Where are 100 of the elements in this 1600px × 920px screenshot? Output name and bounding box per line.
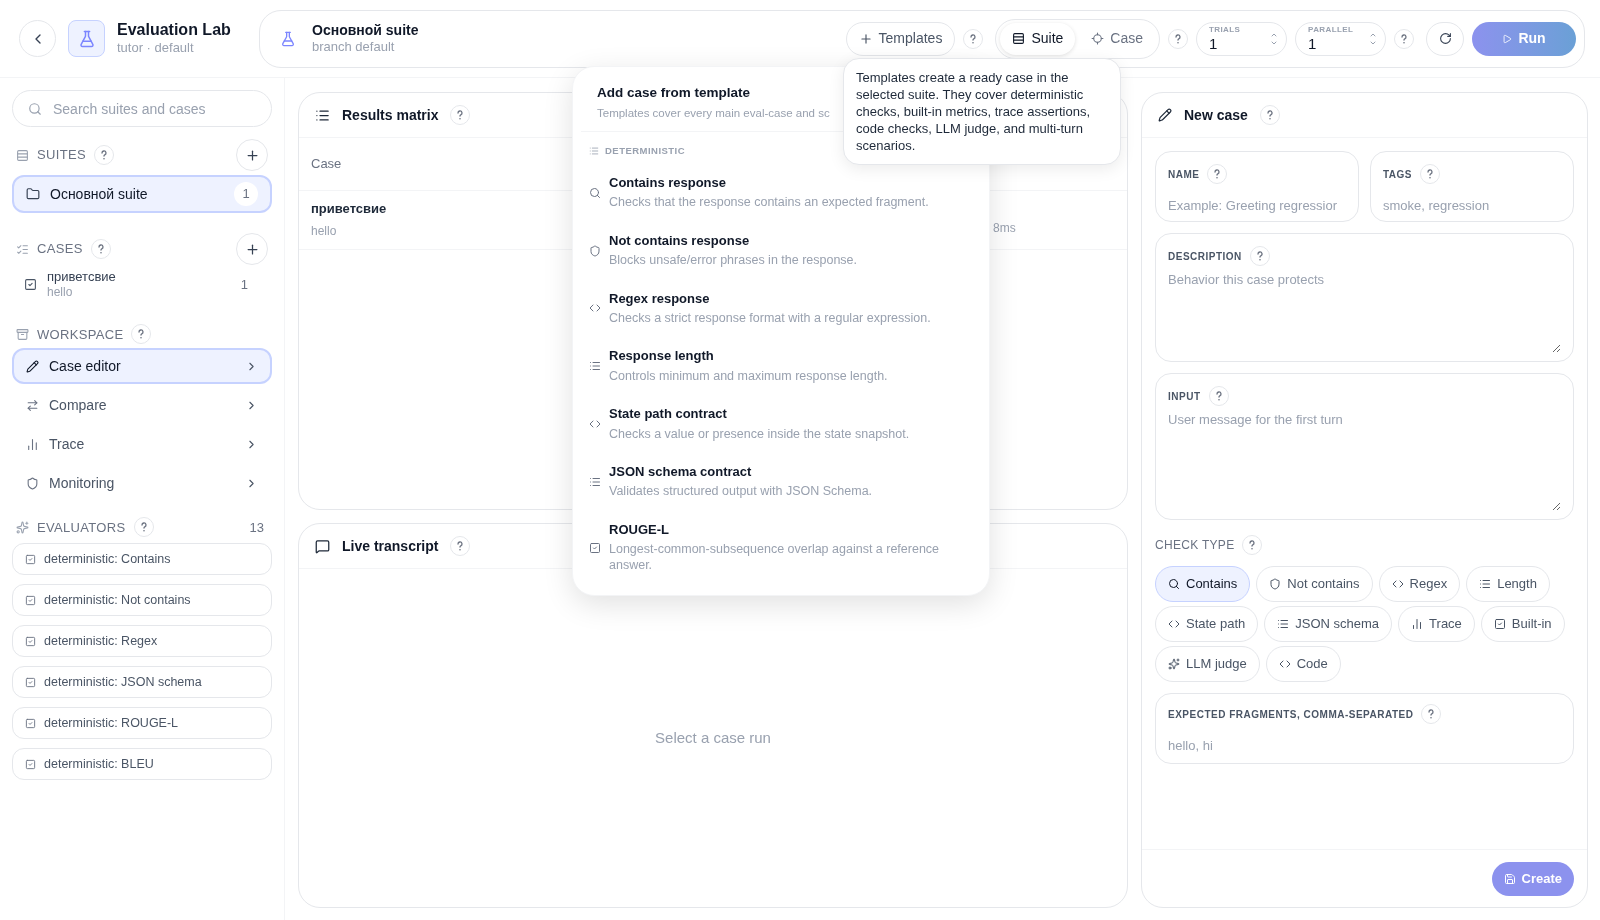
form-field[interactable]: TAGS smoke, regression [1370,151,1574,222]
workspace-item[interactable]: Compare [12,387,272,424]
template-title: Regex response [609,290,711,307]
help-icon[interactable] [1207,164,1228,184]
list-icon [589,476,601,489]
section-heading: EVALUATORS [37,518,126,537]
archive-icon [16,327,29,341]
card-title: New case [1184,105,1248,125]
search-icon [28,102,42,116]
help-icon[interactable] [1208,386,1229,406]
stepper-value: 1 [1308,36,1318,51]
check-type-label: CHECK TYPE [1155,537,1235,554]
stepper-field[interactable]: PARALLEL 1 [1295,21,1386,56]
help-icon[interactable] [93,145,114,165]
help-icon[interactable] [1421,704,1442,724]
textarea-field[interactable]: Behavior this case protects [1168,270,1561,353]
template-item[interactable]: Response length Controls minimum and maximum response length. [573,339,989,394]
add-button[interactable] [236,233,268,265]
help-icon[interactable] [1394,28,1414,49]
help-icon[interactable] [450,105,471,125]
help-icon[interactable] [131,324,152,345]
refresh-button[interactable] [1426,21,1464,56]
help-icon[interactable] [1168,28,1188,49]
list-icon [315,107,330,123]
template-item[interactable]: Not contains response Blocks unsafe/error phrases in the response. [573,223,989,278]
help-icon[interactable] [1242,535,1263,555]
evaluator-item[interactable]: deterministic: JSON schema [12,666,272,699]
evaluator-item[interactable]: deterministic: Regex [12,625,272,658]
mode-tab[interactable]: Suite [1000,22,1076,55]
check-type-chip[interactable]: Trace [1398,606,1475,642]
case-name: приветсвие [311,201,387,218]
check-type-chip[interactable]: Length [1466,566,1550,602]
menu-title: Add case from template [597,84,751,102]
help-icon[interactable] [133,517,154,538]
help-icon[interactable] [1259,105,1280,125]
add-button[interactable] [236,139,268,171]
form-field[interactable]: EXPECTED FRAGMENTS, COMMA-SEPARATED hello, hi [1155,693,1574,764]
search-icon [1168,578,1180,590]
check-square-icon [1493,618,1506,630]
tooltip-text: Templates create a ready case in the selected suite. They cover deterministic checks, built-in metrics, trace assertions, code checks, LLM judge, and multi-turn scenarios. [856,69,1092,154]
textarea-field[interactable]: User message for the first turn [1168,410,1561,511]
input-field[interactable]: hello, hi [1168,736,1561,756]
list-icon [589,360,601,373]
suite-item[interactable]: Основной suite 1 [12,175,272,213]
case-item[interactable]: приветсвие hello 1 [12,269,272,301]
check-type-chip[interactable]: Regex [1378,566,1461,602]
workspace-item[interactable]: Monitoring [12,465,272,502]
help-icon[interactable] [963,28,984,49]
sparkles-icon [1168,658,1180,670]
check-type-chip[interactable]: Code [1265,646,1341,682]
workspace-label: Trace [49,434,86,454]
stepper-field[interactable]: TRIALS 1 [1196,21,1287,56]
evaluator-item[interactable]: deterministic: Not contains [12,584,272,617]
help-icon[interactable] [90,239,111,259]
check-type-chip[interactable]: Built-in [1480,606,1565,642]
evaluator-item[interactable]: deterministic: ROUGE-L [12,707,272,740]
check-type-chip[interactable]: JSON schema [1264,606,1393,642]
back-button[interactable] [19,20,56,57]
case-subtitle: hello [311,223,337,239]
section-heading: SUITES [37,146,86,165]
template-item[interactable]: ROUGE-L Longest-common-subsequence overlap against a reference answer. [573,513,989,583]
template-item[interactable]: State path contract Checks a value or presence inside the state snapshot. [573,397,989,452]
workspace-item[interactable]: Trace [12,426,272,463]
app-subtitle: tutor · default [117,40,195,57]
help-icon[interactable] [450,536,471,556]
help-icon[interactable] [1249,246,1270,266]
workspace-item[interactable]: Case editor [12,348,272,385]
refresh-icon [1438,32,1452,45]
template-item[interactable]: Regex response Checks a strict response format with a regular expression. [573,281,989,336]
check-type-chip[interactable]: Contains [1155,566,1251,602]
rows-icon [16,148,29,162]
template-item[interactable]: JSON schema contract Validates structured output with JSON Schema. [573,455,989,509]
section-heading: CASES [37,240,83,259]
list-icon [1479,578,1492,590]
code-icon [1278,658,1291,670]
target-icon [1091,32,1105,45]
case-count: 1 [240,275,249,294]
check-type-chip[interactable]: LLM judge [1155,646,1260,682]
play-icon [1502,33,1513,44]
code-icon [1391,578,1404,590]
search-field[interactable]: Search suites and cases [12,90,272,127]
form-field[interactable]: NAME Example: Greeting regressior [1155,151,1359,222]
section-heading: WORKSPACE [37,325,124,344]
template-description: Checks a value or presence inside the state snapshot. [609,426,910,443]
sparkles-icon [16,520,29,534]
templates-button[interactable]: Templates [845,21,956,56]
evaluator-item[interactable]: deterministic: Contains [12,543,272,576]
mode-tab[interactable]: Case [1079,22,1155,55]
check-type-chip[interactable]: State path [1155,606,1259,642]
evaluator-item[interactable]: deterministic: BLEU [12,748,272,781]
empty-state-text: Select a case run [655,727,771,748]
template-item[interactable]: Contains response Checks that the response contains an expected fragment. [573,165,989,220]
check-type-chip[interactable]: Not contains [1256,566,1373,602]
case-subtitle: hello [47,285,73,301]
form-field[interactable]: INPUT User message for the first turn [1155,373,1574,520]
input-field[interactable]: smoke, regression [1383,196,1561,216]
form-field[interactable]: DESCRIPTION Behavior this case protects [1155,233,1574,362]
help-icon[interactable] [1420,164,1441,184]
input-field[interactable]: Example: Greeting regressior [1168,196,1346,216]
template-description: Longest-common-subsequence overlap against a reference answer. [609,542,941,574]
